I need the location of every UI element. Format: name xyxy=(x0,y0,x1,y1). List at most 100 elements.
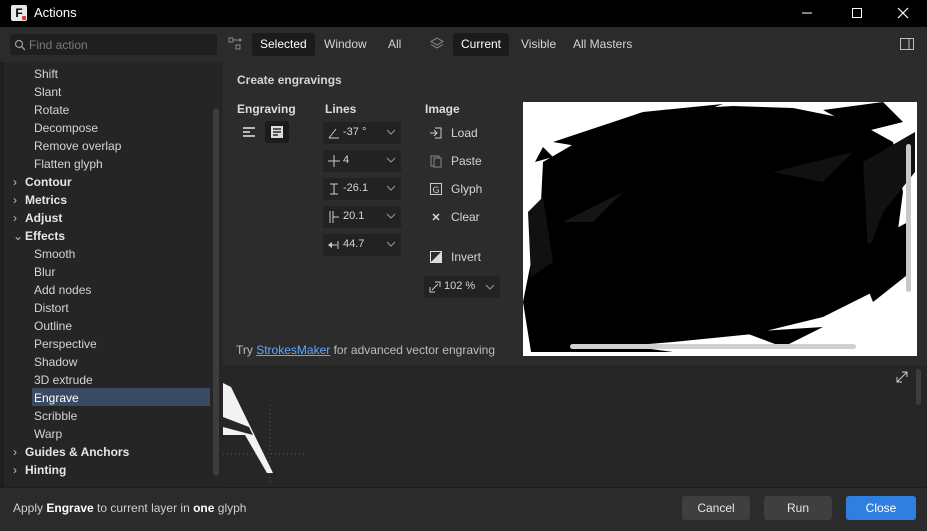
tab-window[interactable]: Window xyxy=(316,33,375,56)
glyph-preview-canvas[interactable] xyxy=(223,365,927,487)
tree-item-add-nodes[interactable]: Add nodes xyxy=(34,281,91,299)
angle-field[interactable]: -37 ° xyxy=(323,122,401,144)
zoom-field[interactable]: 102 % xyxy=(424,276,500,298)
offset-field[interactable]: -26.1 xyxy=(323,178,401,200)
close-button[interactable]: Close xyxy=(846,496,916,520)
tree-item-shift[interactable]: Shift xyxy=(34,65,58,83)
tree-item-warp[interactable]: Warp xyxy=(34,425,62,443)
tree-category-adjust[interactable]: › Adjust xyxy=(13,209,62,227)
paste-image-button[interactable]: Paste xyxy=(429,152,482,170)
tree-category-contour[interactable]: › Contour xyxy=(13,173,72,191)
tree-category-guides-anchors[interactable]: › Guides & Anchors xyxy=(13,443,129,461)
glyph-shape xyxy=(223,383,307,485)
canvas-vertical-scrollbar[interactable] xyxy=(916,369,921,405)
status-action: Engrave xyxy=(46,501,94,515)
layers-icon xyxy=(429,37,445,51)
status-part: glyph xyxy=(214,501,247,515)
clear-image-button[interactable]: Clear xyxy=(429,208,480,226)
search-placeholder: Find action xyxy=(29,37,88,52)
tree-item-distort[interactable]: Distort xyxy=(34,299,69,317)
close-window-button[interactable] xyxy=(880,0,926,26)
engraving-mode-blocks-button[interactable] xyxy=(265,121,289,143)
actions-tree: Shift Slant Rotate Decompose Remove over… xyxy=(0,62,223,487)
close-icon xyxy=(429,210,443,224)
invert-image-button[interactable]: Invert xyxy=(429,248,481,266)
tree-item-slant[interactable]: Slant xyxy=(34,83,61,101)
footer-bar: Apply Engrave to current layer in one gl… xyxy=(0,487,927,531)
line-count-field[interactable]: 4 xyxy=(323,150,401,172)
cancel-button[interactable]: Cancel xyxy=(682,496,750,520)
image-heading: Image xyxy=(425,102,460,116)
tree-category-effects[interactable]: ⌄ Effects xyxy=(13,227,65,245)
load-label: Load xyxy=(451,126,478,140)
tree-item-shadow[interactable]: Shadow xyxy=(34,353,77,371)
chevron-down-icon xyxy=(386,241,396,247)
zoom-fit-icon xyxy=(429,281,441,293)
brush-texture-image xyxy=(523,102,915,352)
chevron-down-icon xyxy=(386,213,396,219)
search-icon xyxy=(14,39,26,50)
tree-item-remove-overlap[interactable]: Remove overlap xyxy=(34,137,121,155)
tab-selected[interactable]: Selected xyxy=(252,33,315,56)
clear-label: Clear xyxy=(451,210,480,224)
tree-border xyxy=(0,62,4,487)
tree-item-decompose[interactable]: Decompose xyxy=(34,119,98,137)
tree-item-smooth[interactable]: Smooth xyxy=(34,245,75,263)
status-part: Apply xyxy=(13,501,47,515)
tree-item-3d-extrude[interactable]: 3D extrude xyxy=(34,371,93,389)
search-input[interactable]: Find action xyxy=(10,34,217,55)
tree-category-metrics[interactable]: › Metrics xyxy=(13,191,67,209)
load-icon xyxy=(429,126,443,140)
spacing-field[interactable]: 44.7 xyxy=(323,234,401,256)
collapse-arrow-icon[interactable] xyxy=(896,371,908,383)
preview-vertical-scrollbar[interactable] xyxy=(906,144,911,292)
tree-item-flatten-glyph[interactable]: Flatten glyph xyxy=(34,155,103,173)
tree-category-hinting[interactable]: › Hinting xyxy=(13,461,66,479)
tab-visible[interactable]: Visible xyxy=(513,33,564,56)
load-image-button[interactable]: Load xyxy=(429,124,478,142)
invert-label: Invert xyxy=(451,250,482,264)
nodes-filter-icon[interactable] xyxy=(228,37,244,51)
angle-icon xyxy=(328,128,339,139)
tree-item-engrave[interactable]: Engrave xyxy=(34,389,79,407)
tab-all[interactable]: All xyxy=(380,33,409,56)
align-left-icon xyxy=(243,127,255,137)
paste-label: Paste xyxy=(451,154,482,168)
run-button[interactable]: Run xyxy=(764,496,832,520)
engraving-mode-lines-button[interactable] xyxy=(237,121,261,143)
status-part: to current layer in xyxy=(93,501,194,515)
lines-heading: Lines xyxy=(325,102,357,116)
window-title: Actions xyxy=(34,5,77,20)
spacing-value: 44.7 xyxy=(343,238,365,250)
preview-horizontal-scrollbar[interactable] xyxy=(570,344,856,349)
tree-item-perspective[interactable]: Perspective xyxy=(34,335,97,353)
strokesmaker-link[interactable]: StrokesMaker xyxy=(256,343,330,357)
count-icon xyxy=(328,155,340,167)
offset-value: -26.1 xyxy=(343,182,369,194)
line-width-icon xyxy=(329,211,339,223)
title-bar: F Actions xyxy=(0,0,927,26)
tree-item-blur[interactable]: Blur xyxy=(34,263,55,281)
sidebar-toggle-icon[interactable] xyxy=(899,37,915,51)
category-label: Metrics xyxy=(25,193,68,207)
chevron-down-icon xyxy=(386,129,396,135)
tab-current[interactable]: Current xyxy=(453,33,510,56)
chevron-down-icon xyxy=(386,185,396,191)
tree-scrollbar[interactable] xyxy=(213,108,219,476)
panel-title: Create engravings xyxy=(237,73,342,87)
line-width-field[interactable]: 20.1 xyxy=(323,206,401,228)
tree-item-scribble[interactable]: Scribble xyxy=(34,407,77,425)
chevron-down-icon xyxy=(485,284,495,290)
hint-suffix: for advanced vector engraving xyxy=(330,343,496,357)
minimize-button[interactable] xyxy=(784,0,830,26)
tree-item-rotate[interactable]: Rotate xyxy=(34,101,69,119)
line-width-value: 20.1 xyxy=(343,210,365,222)
category-label: Effects xyxy=(25,229,66,243)
tree-item-outline[interactable]: Outline xyxy=(34,317,72,335)
glyph-image-button[interactable]: G Glyph xyxy=(429,180,482,198)
offset-icon xyxy=(330,183,338,195)
maximize-button[interactable] xyxy=(834,0,880,26)
strokesmaker-hint: Try StrokesMaker for advanced vector eng… xyxy=(236,343,495,357)
tab-all-masters[interactable]: All Masters xyxy=(565,33,640,56)
toolbar: Find action Selected Window All Current … xyxy=(0,27,927,62)
